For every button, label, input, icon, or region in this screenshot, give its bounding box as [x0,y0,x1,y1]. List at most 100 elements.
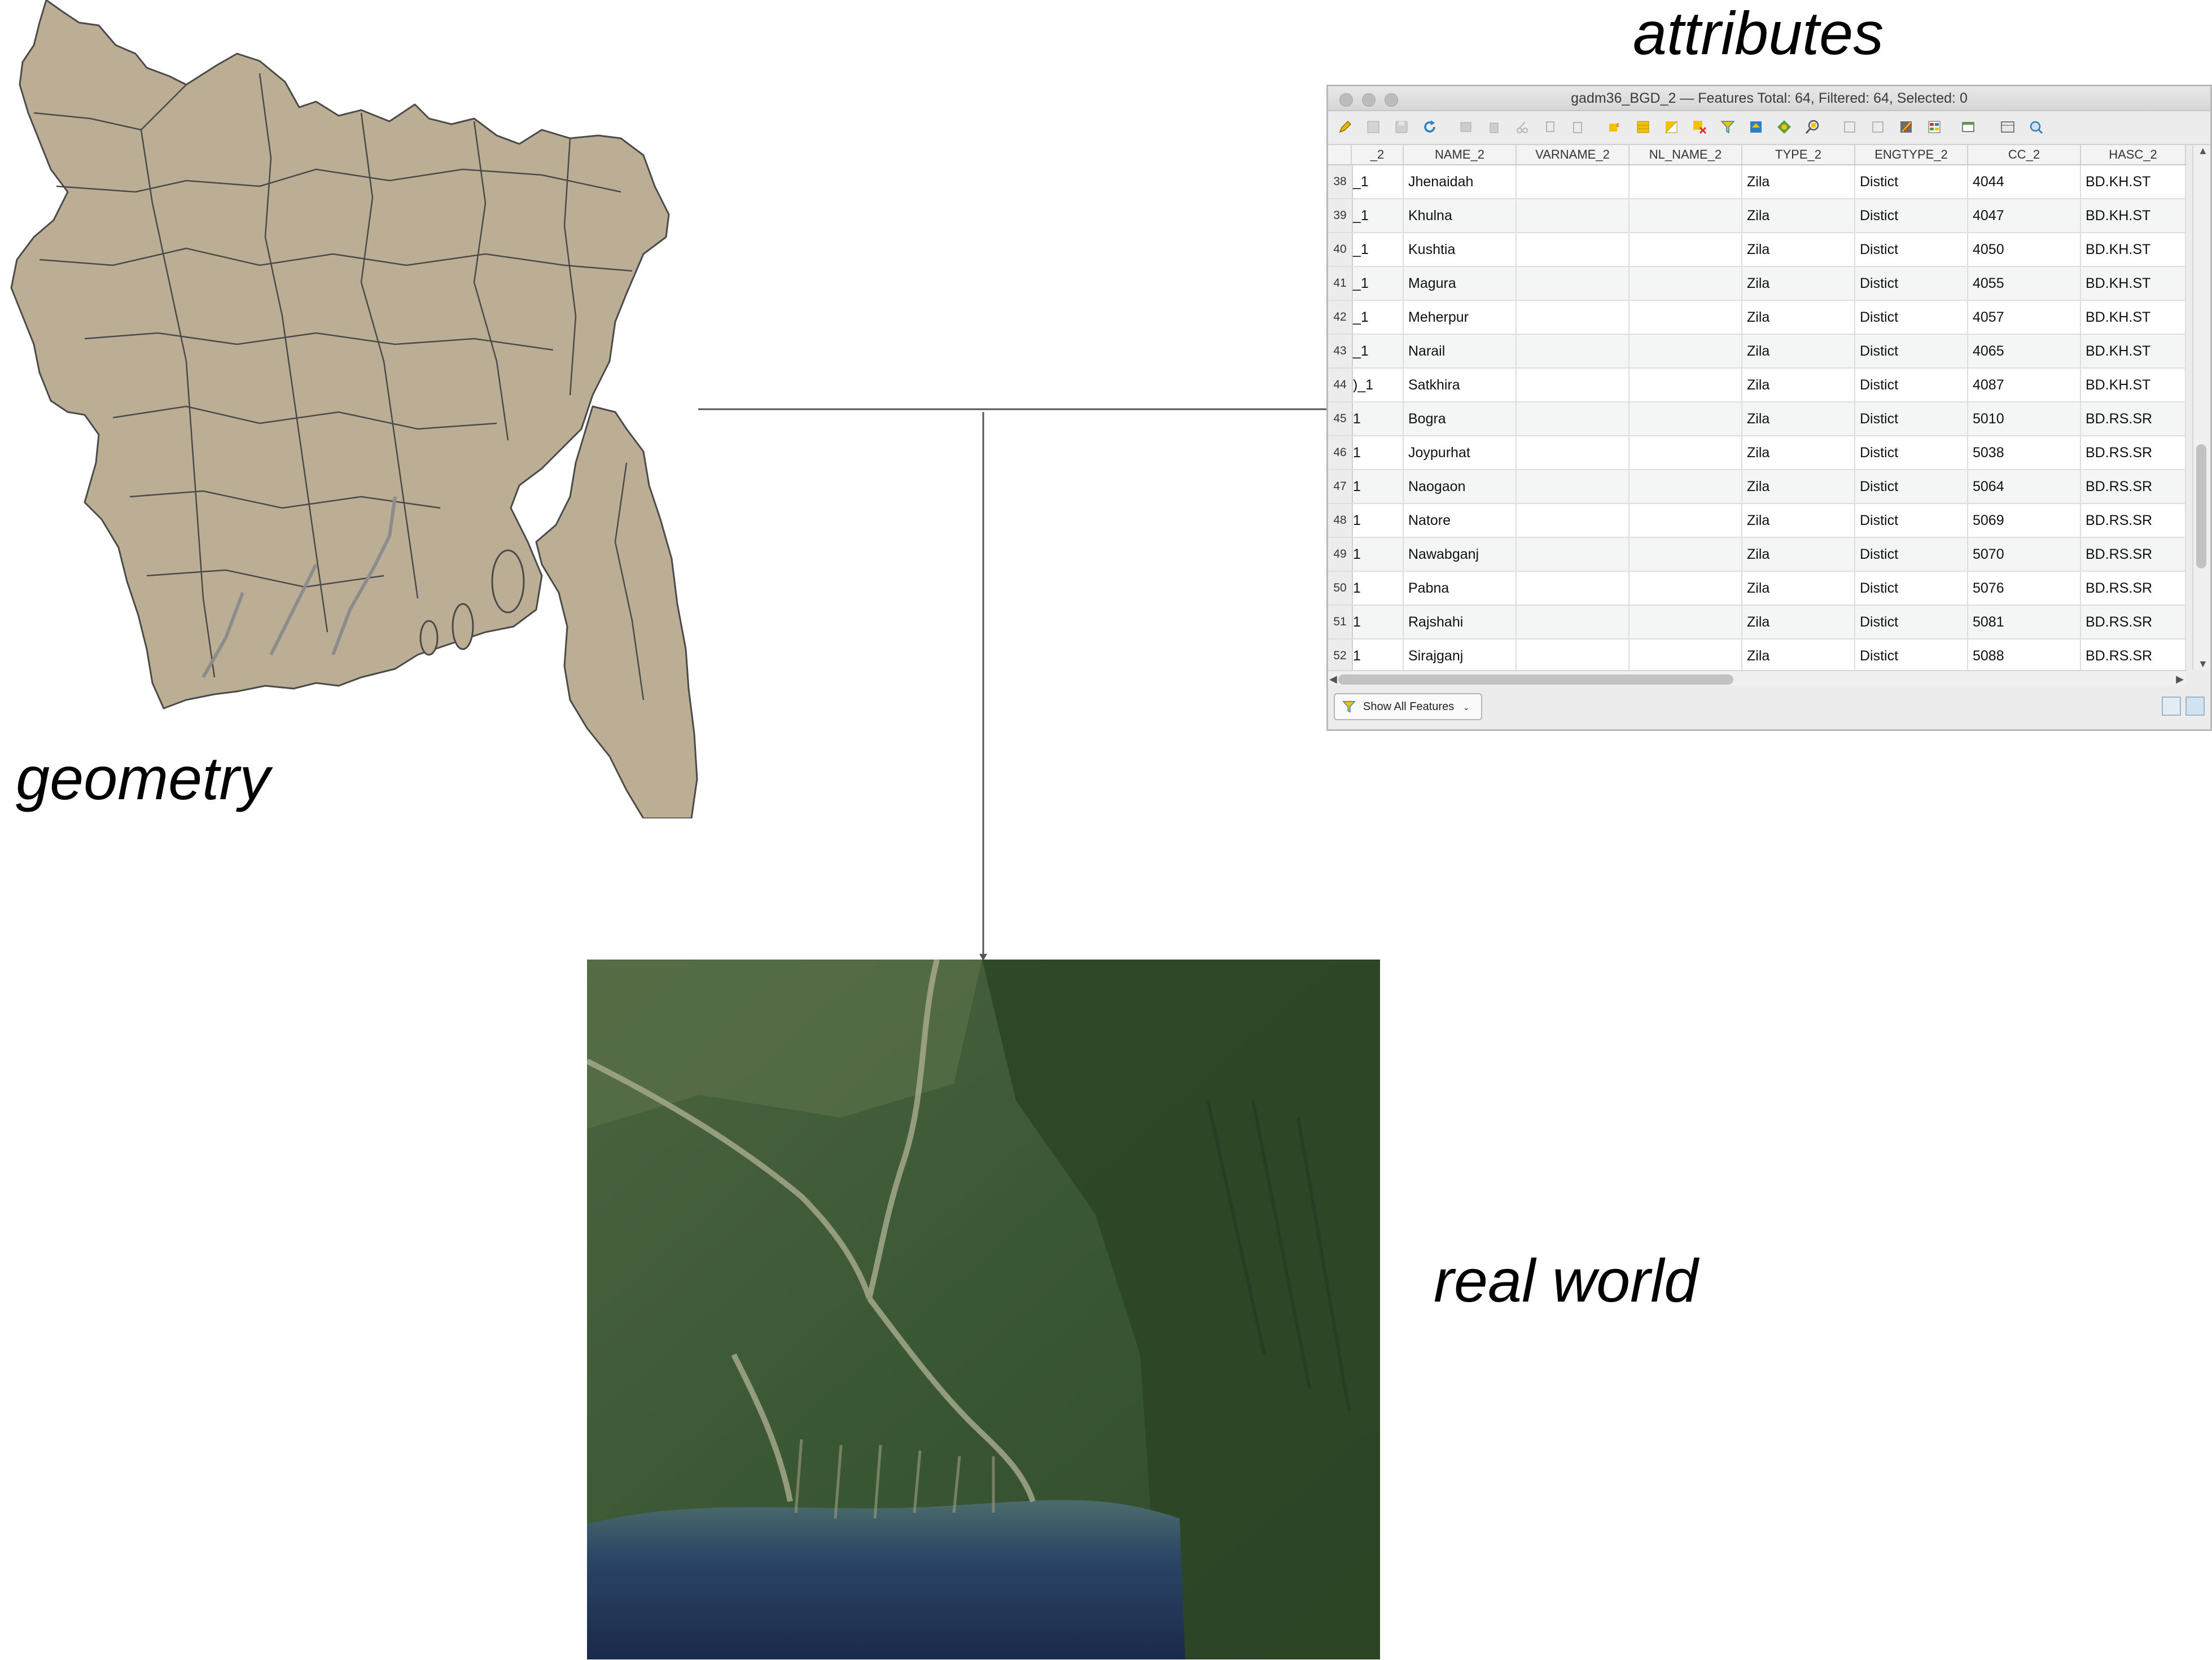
show-all-features-button[interactable]: Show All Features ⌄ [1334,693,1482,720]
table-cell[interactable]: 1 [1352,640,1404,670]
table-cell[interactable]: Zila [1742,538,1855,571]
table-cell[interactable]: Zila [1742,640,1855,670]
table-cell[interactable]: BD.KH.ST [2081,233,2186,266]
table-row[interactable]: 39 _1 Khulna Zila Distict 4047 BD.KH.ST [1328,199,2186,233]
table-cell[interactable]: Sirajganj [1404,640,1517,670]
table-cell[interactable]: BD.RS.SR [2081,504,2186,537]
table-cell[interactable]: Zila [1742,335,1855,367]
row-number[interactable]: 46 [1328,436,1353,469]
scroll-up-icon[interactable]: ▲ [2198,145,2208,157]
table-view-icon[interactable] [2185,697,2205,716]
table-cell[interactable]: 5070 [1968,538,2081,571]
table-cell[interactable] [1517,165,1630,198]
table-cell[interactable]: Zila [1742,199,1855,232]
filter-icon[interactable] [1720,119,1736,135]
invert-selection-icon[interactable] [1663,119,1679,135]
table-cell[interactable]: Zila [1742,402,1855,435]
toggle-multi-edit-icon[interactable] [1365,119,1381,135]
table-cell[interactable]: Distict [1855,402,1968,435]
table-cell[interactable]: Zila [1742,165,1855,198]
table-cell[interactable]: Distict [1855,233,1968,266]
table-cell[interactable]: Zila [1742,504,1855,537]
table-row[interactable]: 47 1 Naogaon Zila Distict 5064 BD.RS.SR [1328,470,2186,504]
table-cell[interactable]: Kushtia [1404,233,1517,266]
table-cell[interactable] [1517,233,1630,266]
form-view-icon[interactable] [2028,119,2044,135]
row-number[interactable]: 48 [1328,504,1353,537]
table-cell[interactable]: 1 [1352,436,1404,469]
table-cell[interactable] [1630,335,1742,367]
table-cell[interactable] [1517,538,1630,571]
table-cell[interactable] [1517,402,1630,435]
table-cell[interactable]: 5081 [1968,606,2081,638]
pencil-icon[interactable] [1337,119,1353,135]
add-feature-icon[interactable] [1458,119,1474,135]
paste-icon[interactable] [1570,119,1585,135]
table-cell[interactable]: Khulna [1404,199,1517,232]
table-cell[interactable]: BD.KH.ST [2081,335,2186,367]
table-cell[interactable]: 4065 [1968,335,2081,367]
table-cell[interactable] [1630,369,1742,401]
table-cell[interactable] [1630,640,1742,670]
table-cell[interactable]: Distict [1855,538,1968,571]
scroll-left-icon[interactable]: ◀ [1329,673,1337,685]
table-cell[interactable] [1630,436,1742,469]
table-cell[interactable]: Distict [1855,504,1968,537]
column-header[interactable]: NL_NAME_2 [1630,145,1742,164]
table-cell[interactable]: 5064 [1968,470,2081,503]
table-cell[interactable]: BD.KH.ST [2081,165,2186,198]
table-row[interactable]: 44)_1 Satkhira Zila Distict 4087 BD.KH.ST [1328,369,2186,402]
table-cell[interactable]: Pabna [1404,572,1517,605]
field-calculator-icon[interactable] [1898,119,1914,135]
table-cell[interactable]: Distict [1855,606,1968,638]
table-cell[interactable]: Naogaon [1404,470,1517,503]
table-cell[interactable]: _1 [1352,233,1404,266]
table-cell[interactable] [1630,572,1742,605]
table-cell[interactable]: _1 [1352,165,1404,198]
table-cell[interactable]: Bogra [1404,402,1517,435]
table-cell[interactable]: Zila [1742,470,1855,503]
table-cell[interactable]: Distict [1855,165,1968,198]
row-number[interactable]: 41 [1328,267,1353,300]
table-cell[interactable]: 5088 [1968,640,2081,670]
table-cell[interactable]: Magura [1404,267,1517,300]
table-cell[interactable]: Distict [1855,267,1968,300]
delete-feature-icon[interactable] [1486,119,1502,135]
table-cell[interactable]: _1 [1352,267,1404,300]
horizontal-scroll-thumb[interactable] [1338,674,1733,685]
table-cell[interactable]: 4047 [1968,199,2081,232]
table-cell[interactable]: Zila [1742,572,1855,605]
row-number[interactable]: 43 [1328,335,1353,367]
column-header[interactable]: _2 [1352,145,1404,164]
actions-icon[interactable] [2000,119,2016,135]
table-row[interactable]: 45 1 Bogra Zila Distict 5010 BD.RS.SR [1328,402,2186,436]
row-number[interactable]: 45 [1328,402,1353,435]
table-cell[interactable]: _1 [1352,335,1404,367]
column-header[interactable]: NAME_2 [1404,145,1517,164]
table-cell[interactable]: BD.RS.SR [2081,402,2186,435]
table-row[interactable]: 46 1 Joypurhat Zila Distict 5038 BD.RS.SR [1328,436,2186,470]
table-cell[interactable]: 4050 [1968,233,2081,266]
table-cell[interactable] [1630,402,1742,435]
table-cell[interactable] [1517,572,1630,605]
column-header[interactable]: TYPE_2 [1742,145,1855,164]
copy-icon[interactable] [1543,119,1558,135]
table-cell[interactable]: 1 [1352,470,1404,503]
row-number[interactable]: 50 [1328,572,1353,605]
new-field-icon[interactable] [1842,119,1858,135]
row-number[interactable]: 49 [1328,538,1353,571]
form-view-icon[interactable] [2162,697,2181,716]
table-cell[interactable]: 4055 [1968,267,2081,300]
table-row[interactable]: 38 _1 Jhenaidah Zila Distict 4044 BD.KH.ST [1328,165,2186,199]
table-cell[interactable] [1630,301,1742,334]
column-header[interactable]: CC_2 [1968,145,2081,164]
table-cell[interactable]: 1 [1352,606,1404,638]
table-cell[interactable]: Zila [1742,369,1855,401]
table-cell[interactable]: Joypurhat [1404,436,1517,469]
row-number[interactable]: 39 [1328,199,1353,232]
table-cell[interactable] [1517,436,1630,469]
cut-icon[interactable] [1514,119,1530,135]
table-cell[interactable]: Distict [1855,572,1968,605]
table-cell[interactable] [1630,165,1742,198]
row-number[interactable]: 52 [1328,640,1353,670]
